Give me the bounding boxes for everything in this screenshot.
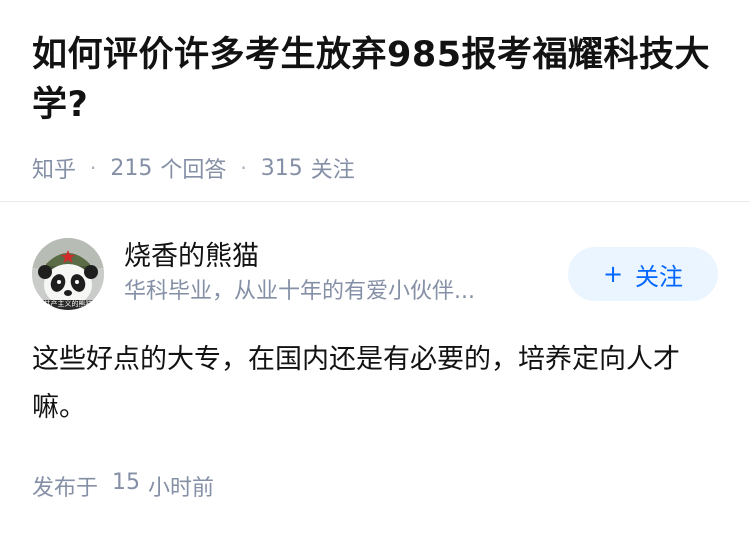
answer-content[interactable]: 这些好点的大专，在国内还是有必要的，培养定向人才嘛。	[32, 336, 712, 432]
answer-count-label[interactable]: 个回答	[160, 152, 226, 184]
panda-avatar-icon[interactable]: 共产主义的熊猫	[32, 238, 104, 310]
question-title[interactable]: 如何评价许多考生放弃985报考福耀科技大学?	[32, 30, 718, 130]
author-info: 烧香的熊猫 华科毕业，从业十年的有爱小伙伴...	[124, 239, 556, 309]
author-bio: 华科毕业，从业十年的有爱小伙伴...	[124, 279, 475, 304]
plus-icon: +	[602, 260, 624, 288]
avatar-caption: 共产主义的熊猫	[43, 300, 93, 308]
follow-button-label: 关注	[635, 262, 684, 291]
publish-time: 发布于 15 小时前	[32, 470, 214, 502]
answer-count: 215	[110, 155, 153, 181]
follower-count: 315	[260, 155, 303, 181]
follow-button[interactable]: + 关注	[568, 247, 718, 301]
question-header: 如何评价许多考生放弃985报考福耀科技大学? 知乎 · 215 个回答 · 31…	[0, 0, 750, 184]
separator-dot: ·	[240, 156, 247, 180]
separator-dot: ·	[90, 156, 97, 180]
author-row: 共产主义的熊猫 烧香的熊猫 华科毕业，从业十年的有爱小伙伴... + 关注	[32, 236, 718, 312]
publish-prefix: 发布于	[32, 476, 99, 501]
publish-number: 15	[112, 470, 141, 495]
question-meta: 知乎 · 215 个回答 · 315 关注	[32, 152, 718, 184]
publish-unit: 小时前	[148, 476, 215, 501]
source-label[interactable]: 知乎	[32, 152, 76, 184]
section-divider	[0, 201, 750, 202]
author-name[interactable]: 烧香的熊猫	[124, 239, 556, 275]
follower-count-label[interactable]: 关注	[311, 152, 355, 184]
